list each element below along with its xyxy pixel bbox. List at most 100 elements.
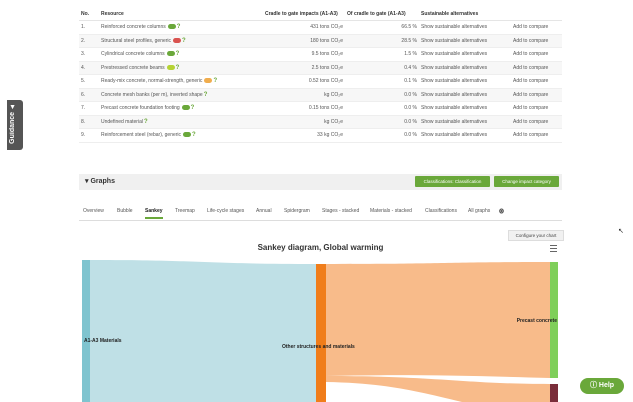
impact-cell: 2.5 tons CO₂e (263, 61, 345, 75)
share-cell: 0.0 % (345, 115, 419, 129)
resource-name: Concrete mesh banks (per m), inverted sh… (101, 91, 203, 98)
show-alternatives-link[interactable]: Show sustainable alternatives (419, 34, 511, 48)
col-impact: Cradle to gate impacts (A1-A3) (263, 7, 345, 21)
table-header-row: No. Resource Cradle to gate impacts (A1-… (79, 7, 562, 21)
resource-name: Undefined material (101, 118, 143, 125)
resource-cell: Reinforcement steel (rebar), generic? (99, 128, 263, 143)
guidance-label: Guidance ▲ (9, 103, 16, 144)
add-to-compare-link[interactable]: Add to compare (511, 128, 562, 143)
show-alternatives-link[interactable]: Show sustainable alternatives (419, 115, 511, 129)
add-to-compare-link[interactable]: Add to compare (511, 115, 562, 129)
resource-name: Ready-mix concrete, normal-strength, gen… (101, 78, 203, 85)
col-compare (511, 7, 562, 21)
row-number: 5. (79, 74, 99, 89)
show-alternatives-link[interactable]: Show sustainable alternatives (419, 101, 511, 116)
row-number: 1. (79, 20, 99, 35)
resource-name: Cylindrical concrete columns (101, 51, 165, 58)
tabs-info-icon[interactable]: ⓿ (499, 208, 504, 215)
resource-cell: Precast concrete foundation footing? (99, 101, 263, 116)
change-impact-category-button[interactable]: Change impact category (494, 176, 559, 187)
sankey-node-materials (82, 260, 90, 402)
add-to-compare-link[interactable]: Add to compare (511, 74, 562, 89)
row-number: 7. (79, 101, 99, 116)
sankey-label-precast: Precast concrete (517, 318, 558, 324)
add-to-compare-link[interactable]: Add to compare (511, 20, 562, 35)
tab-all-graphs[interactable]: All graphs (468, 208, 490, 214)
add-to-compare-link[interactable]: Add to compare (511, 61, 562, 75)
resource-name: Reinforced concrete columns (101, 24, 166, 31)
show-alternatives-link[interactable]: Show sustainable alternatives (419, 61, 511, 75)
help-question-icon[interactable]: ? (176, 65, 180, 71)
help-question-icon[interactable]: ? (176, 51, 180, 57)
resource-name: Precast concrete foundation footing (101, 105, 180, 112)
sankey-link-b-d (326, 376, 550, 402)
show-alternatives-link[interactable]: Show sustainable alternatives (419, 128, 511, 143)
chart-menu-icon[interactable] (550, 245, 557, 252)
share-cell: 0.1 % (345, 74, 419, 89)
resource-cell: Cylindrical concrete columns? (99, 47, 263, 62)
graphs-title: ▾ Graphs (85, 178, 115, 185)
tab-materials-stacked[interactable]: Materials - stacked (370, 208, 412, 214)
share-cell: 0.0 % (345, 101, 419, 116)
table-row: 9. Reinforcement steel (rebar), generic? 3… (79, 128, 562, 143)
resource-cell: Prestressed concrete beams? (99, 61, 263, 75)
row-number: 6. (79, 88, 99, 102)
table-row: 1. Reinforced concrete columns? 431 tons C… (79, 20, 562, 35)
sankey-chart: A1-A3 Materials Other structures and mat… (82, 260, 558, 402)
share-cell: 66.5 % (345, 20, 419, 35)
graphs-section-header[interactable]: ▾ Graphs Classifications: Classification… (79, 174, 562, 190)
show-alternatives-link[interactable]: Show sustainable alternatives (419, 88, 511, 102)
help-question-icon[interactable]: ? (204, 92, 208, 98)
help-question-icon[interactable]: ? (144, 119, 148, 125)
add-to-compare-link[interactable]: Add to compare (511, 88, 562, 102)
resource-name: Prestressed concrete beams (101, 64, 165, 71)
tab-sankey[interactable]: Sankey (145, 208, 163, 219)
impact-cell: 180 tons CO₂e (263, 34, 345, 48)
impact-cell: kg CO₂e (263, 115, 345, 129)
tab-stages-stacked[interactable]: Stages - stacked (322, 208, 359, 214)
sankey-label-materials: A1-A3 Materials (84, 338, 122, 344)
table-row: 4. Prestressed concrete beams? 2.5 tons CO… (79, 61, 562, 75)
sankey-node-dark (550, 384, 558, 402)
add-to-compare-link[interactable]: Add to compare (511, 47, 562, 62)
resource-cell: Reinforced concrete columns? (99, 20, 263, 35)
row-number: 3. (79, 47, 99, 62)
cloud-icon (166, 51, 175, 57)
help-question-icon[interactable]: ? (177, 24, 181, 30)
guidance-tab[interactable]: Guidance ▲ (7, 100, 23, 150)
add-to-compare-link[interactable]: Add to compare (511, 34, 562, 48)
tab-life-cycle-stages[interactable]: Life-cycle stages (207, 208, 244, 214)
tab-bubble[interactable]: Bubble (117, 208, 133, 214)
help-label: Help (598, 382, 615, 389)
table-row: 2. Structural steel profiles, generic? 180… (79, 34, 562, 48)
cloud-icon (183, 132, 192, 138)
sankey-node-other (316, 264, 326, 402)
results-table: No. Resource Cradle to gate impacts (A1-… (79, 7, 562, 143)
help-question-icon[interactable]: ? (213, 78, 217, 84)
configure-chart-button[interactable]: Configure your chart (508, 230, 564, 241)
help-question-icon[interactable]: ? (182, 38, 186, 44)
show-alternatives-link[interactable]: Show sustainable alternatives (419, 74, 511, 89)
table-row: 8. Undefined material? kg CO₂e 0.0 % Show su… (79, 115, 562, 129)
add-to-compare-link[interactable]: Add to compare (511, 101, 562, 116)
help-question-icon[interactable]: ? (192, 132, 196, 138)
tab-annual[interactable]: Annual (256, 208, 272, 214)
share-cell: 0.0 % (345, 88, 419, 102)
tab-overview[interactable]: Overview (83, 208, 104, 214)
tab-treemap[interactable]: Treemap (175, 208, 195, 214)
resource-name: Structural steel profiles, generic (101, 37, 172, 44)
cloud-icon (167, 24, 176, 30)
classification-button[interactable]: Classifications: Classification (415, 176, 490, 187)
tab-classifications[interactable]: Classifications (425, 208, 457, 214)
graphs-title-text: Graphs (90, 178, 115, 185)
table-row: 6. Concrete mesh banks (per m), inverted … (79, 88, 562, 102)
graph-tabs: Overview Bubble Sankey Treemap Life-cycle st… (79, 206, 562, 221)
cloud-icon (181, 105, 190, 111)
show-alternatives-link[interactable]: Show sustainable alternatives (419, 47, 511, 62)
share-cell: 28.5 % (345, 34, 419, 48)
tab-spidergram[interactable]: Spidergram (284, 208, 310, 214)
help-button[interactable]: ⓘ Help (580, 378, 624, 394)
show-alternatives-link[interactable]: Show sustainable alternatives (419, 20, 511, 35)
impact-cell: kg CO₂e (263, 88, 345, 102)
help-question-icon[interactable]: ? (191, 105, 195, 111)
